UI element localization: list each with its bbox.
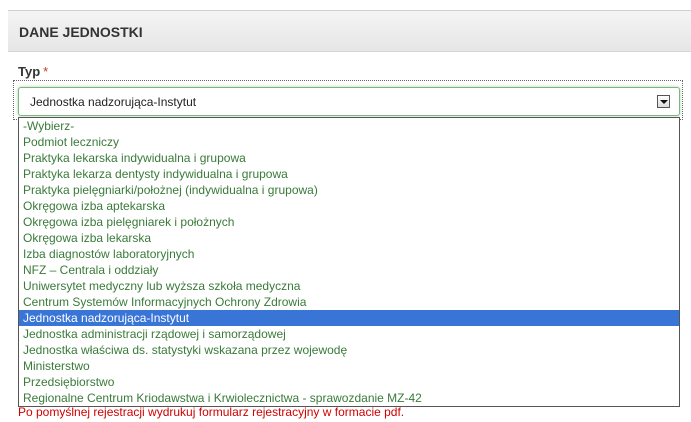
dropdown-option[interactable]: Okręgowa izba pielęgniarek i położnych [19,214,679,230]
dropdown-option[interactable]: Okręgowa izba aptekarska [19,198,679,214]
dropdown-option[interactable]: Okręgowa izba lekarska [19,230,679,246]
chevron-down-icon[interactable] [657,95,670,108]
required-marker: * [43,64,49,79]
dropdown-option[interactable]: NFZ – Centrala i oddziały [19,262,679,278]
type-field-label: Typ * [18,64,48,79]
dropdown-option[interactable]: Przedsiębiorstwo [19,374,679,390]
panel-title: DANE JEDNOSTKI [19,24,143,40]
dropdown-option[interactable]: Jednostka nadzorująca-Instytut [19,310,679,326]
dropdown-option[interactable]: Jednostka administracji rządowej i samor… [19,326,679,342]
dropdown-option[interactable]: Centrum Systemów Informacyjnych Ochrony … [19,294,679,310]
type-dropdown-list[interactable]: -Wybierz- Podmiot leczniczy Praktyka lekar… [18,117,680,407]
panel-header: DANE JEDNOSTKI [8,10,691,52]
dropdown-option[interactable]: Ministerstwo [19,358,679,374]
type-select-value: Jednostka nadzorująca-Instytut [30,95,197,109]
dropdown-option[interactable]: Izba diagnostów laboratoryjnych [19,246,679,262]
type-select[interactable]: Jednostka nadzorująca-Instytut [18,87,680,116]
dropdown-option[interactable]: Regionalne Centrum Kriodawstwa i Krwiole… [19,390,679,406]
type-label-text: Typ [18,64,41,79]
dropdown-option[interactable]: Podmiot leczniczy [19,134,679,150]
dropdown-option[interactable]: Praktyka lekarza dentysty indywidualna i… [19,166,679,182]
dropdown-option[interactable]: Uniwersytet medyczny lub wyższa szkoła m… [19,278,679,294]
registration-hint: Po pomyślnej rejestracji wydrukuj formul… [18,405,405,419]
dropdown-option[interactable]: Praktyka pielęgniarki/położnej (indywidu… [19,182,679,198]
dropdown-option[interactable]: -Wybierz- [19,118,679,134]
dropdown-option[interactable]: Jednostka właściwa ds. statystyki wskaza… [19,342,679,358]
dropdown-option[interactable]: Praktyka lekarska indywidualna i grupowa [19,150,679,166]
